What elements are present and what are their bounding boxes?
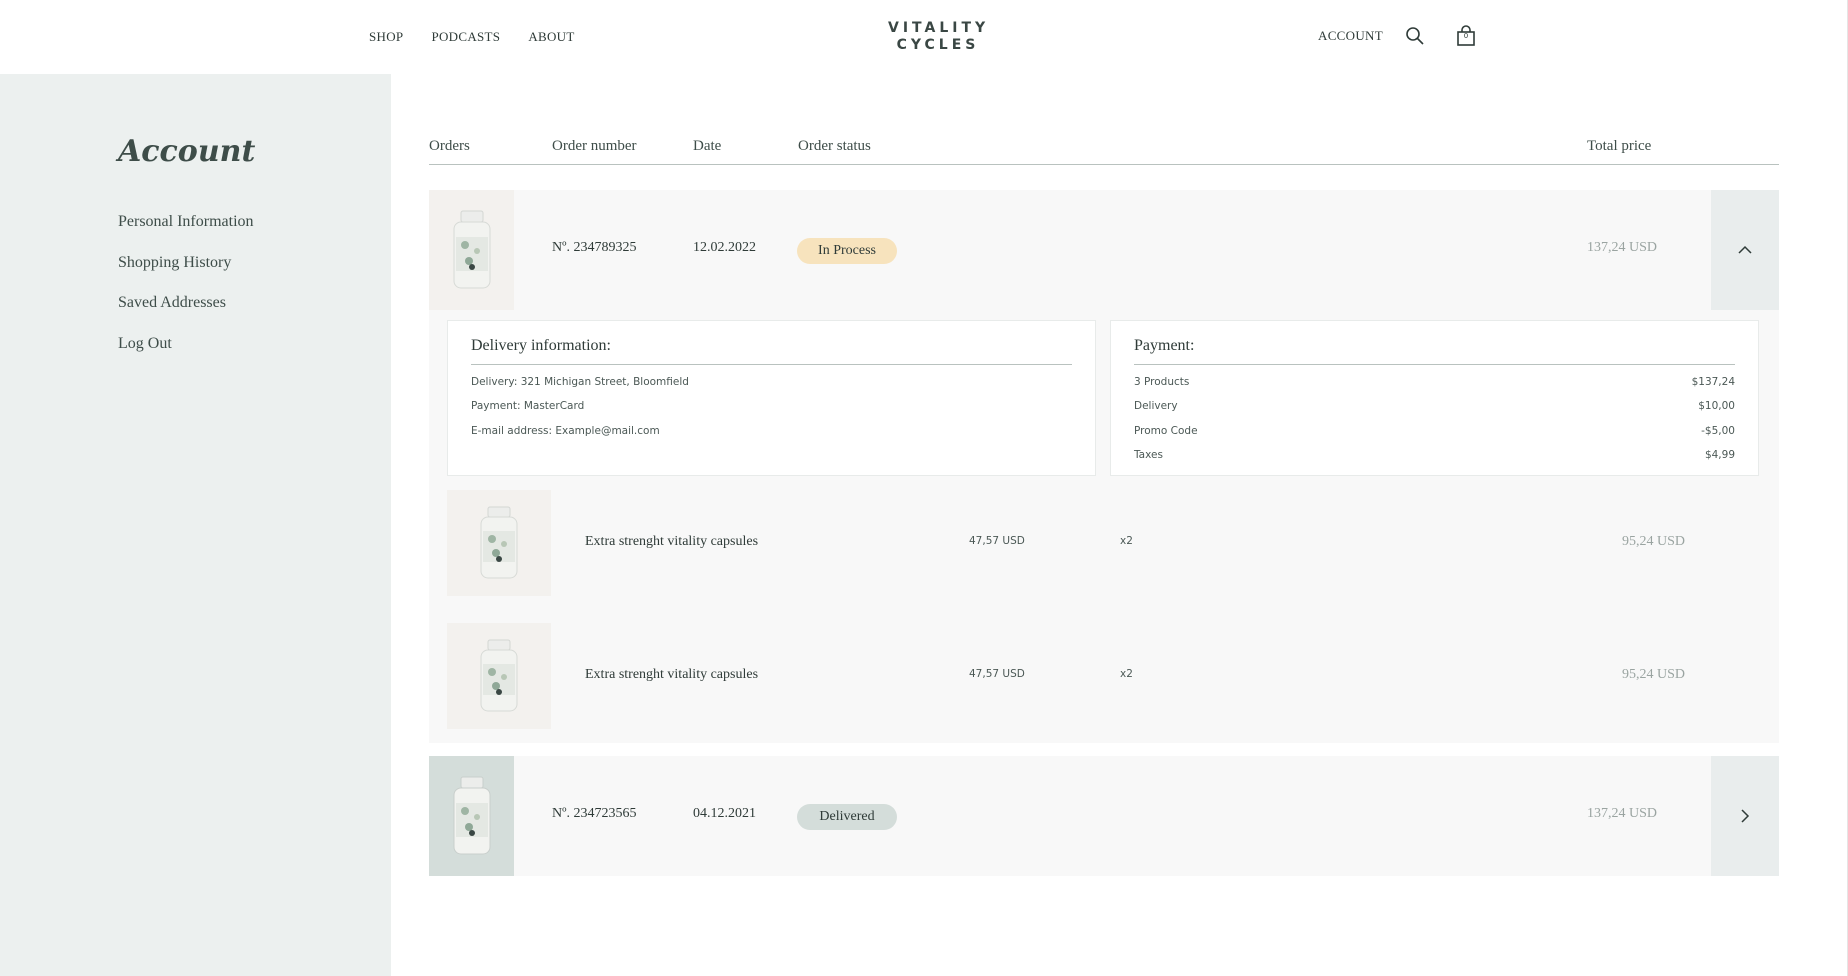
order-row[interactable]: Nº. 234723565 04.12.2021 Delivered 137,2… (429, 756, 1779, 876)
nav-podcasts[interactable]: PODCASTS (431, 29, 500, 45)
account-sidebar: Account Personal Information Shopping Hi… (0, 74, 391, 976)
order-date: 04.12.2021 (693, 806, 756, 821)
payment-value: -$5,00 (1701, 425, 1735, 437)
search-icon[interactable] (1403, 24, 1427, 48)
expand-order-button[interactable] (1711, 756, 1779, 876)
column-header-date: Date (693, 138, 722, 154)
payment-card: Payment: 3 Products $137,24 Delivery $10… (1110, 320, 1759, 476)
column-header-order-number: Order number (552, 138, 637, 154)
sidebar-title: Account (118, 134, 256, 169)
site-logo[interactable]: VITALITY CYCLES (888, 20, 988, 54)
payment-label: Delivery (1134, 400, 1178, 412)
cart-count: 0 (1463, 32, 1469, 40)
product-bottle-icon (453, 776, 490, 855)
chevron-right-icon (1741, 809, 1750, 823)
divider (471, 364, 1072, 365)
product-total: 95,24 USD (1622, 534, 1686, 549)
column-header-orders: Orders (429, 138, 470, 154)
order-thumbnail (429, 756, 514, 876)
order-product-item[interactable]: Extra strenght vitality capsules 47,57 U… (447, 623, 1777, 729)
logo-line-2: CYCLES (896, 37, 980, 53)
nav-shop[interactable]: SHOP (369, 29, 403, 45)
orders-panel: Orders Order number Date Order status To… (391, 74, 1848, 976)
payment-value: $4,99 (1704, 449, 1735, 461)
sidebar-menu: Personal Information Shopping History Sa… (118, 213, 254, 375)
product-unit-price: 47,57 USD (969, 668, 1025, 680)
cart-icon[interactable]: 0 (1454, 24, 1478, 48)
product-total: 95,24 USD (1622, 667, 1686, 682)
chevron-up-icon (1738, 245, 1752, 254)
sidebar-item-saved-addresses[interactable]: Saved Addresses (118, 294, 254, 335)
delivery-info-title: Delivery information: (471, 337, 611, 354)
payment-value: $137,24 (1691, 376, 1735, 388)
status-badge: In Process (797, 238, 897, 264)
nav-about[interactable]: ABOUT (528, 29, 574, 45)
order-date: 12.02.2022 (693, 240, 756, 255)
nav-account[interactable]: ACCOUNT (1318, 28, 1383, 44)
logo-line-1: VITALITY (888, 20, 990, 36)
sidebar-item-log-out[interactable]: Log Out (118, 335, 254, 376)
main-nav: SHOP PODCASTS ABOUT (369, 29, 575, 45)
sidebar-item-personal-information[interactable]: Personal Information (118, 213, 254, 254)
product-quantity: x2 (1120, 668, 1133, 680)
delivery-email: E-mail address: Example@mail.com (471, 425, 660, 437)
product-name[interactable]: Extra strenght vitality capsules (585, 667, 758, 683)
header-actions: ACCOUNT 0 (1318, 24, 1478, 48)
payment-label: 3 Products (1134, 376, 1190, 388)
site-header: SHOP PODCASTS ABOUT VITALITY CYCLES ACCO… (0, 0, 1848, 74)
order-product-item[interactable]: Extra strenght vitality capsules 47,57 U… (447, 490, 1777, 596)
order-total: 137,24 USD (1587, 240, 1658, 255)
payment-value: $10,00 (1698, 400, 1735, 412)
sidebar-item-shopping-history[interactable]: Shopping History (118, 254, 254, 295)
product-bottle-icon (453, 210, 490, 289)
collapse-order-button[interactable] (1711, 190, 1779, 310)
delivery-address: Delivery: 321 Michigan Street, Bloomfiel… (471, 376, 689, 388)
status-badge: Delivered (797, 804, 897, 830)
column-header-total-price: Total price (1587, 138, 1652, 154)
order-number: Nº. 234723565 (552, 806, 637, 821)
product-bottle-icon (480, 639, 518, 712)
order-total: 137,24 USD (1587, 806, 1658, 821)
product-quantity: x2 (1120, 535, 1133, 547)
payment-title: Payment: (1134, 337, 1195, 354)
product-thumbnail (447, 490, 551, 596)
header-divider (429, 164, 1779, 165)
divider (1134, 364, 1735, 365)
product-name[interactable]: Extra strenght vitality capsules (585, 534, 758, 550)
order-row[interactable]: Nº. 234789325 12.02.2022 In Process 137,… (429, 190, 1779, 310)
product-thumbnail (447, 623, 551, 729)
payment-label: Taxes (1134, 449, 1163, 461)
order-number: Nº. 234789325 (552, 240, 637, 255)
delivery-payment-method: Payment: MasterCard (471, 400, 585, 412)
payment-label: Promo Code (1134, 425, 1198, 437)
order-thumbnail (429, 190, 514, 310)
product-bottle-icon (480, 506, 518, 579)
product-unit-price: 47,57 USD (969, 535, 1025, 547)
column-header-order-status: Order status (798, 138, 871, 154)
delivery-info-card: Delivery information: Delivery: 321 Mich… (447, 320, 1096, 476)
